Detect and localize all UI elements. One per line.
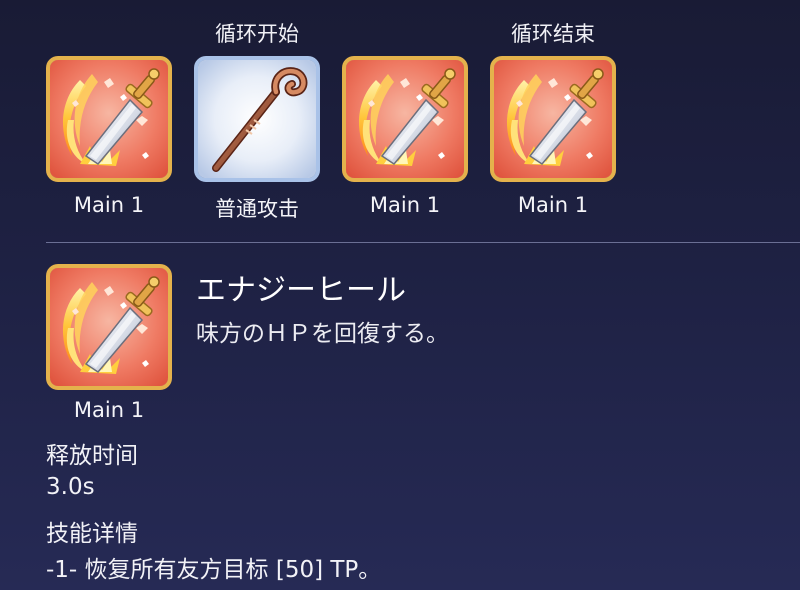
flaming-sword-icon bbox=[342, 56, 468, 182]
sequence-skill-label: 普通攻击 bbox=[215, 197, 299, 221]
sequence-skill-2[interactable]: 普通攻击 bbox=[194, 56, 320, 223]
sequence-skill-label: Main 1 bbox=[73, 193, 145, 217]
sequence-skill-1[interactable]: Main 1 bbox=[46, 56, 172, 217]
cast-time-label: 释放时间 bbox=[46, 443, 138, 469]
sequence-skill-3[interactable]: Main 1 bbox=[342, 56, 468, 217]
flaming-sword-icon bbox=[46, 264, 172, 390]
skill-details-label: 技能详情 bbox=[46, 521, 138, 547]
cast-time-value: 3.0s bbox=[46, 474, 95, 500]
sequence-skill-label: Main 1 bbox=[369, 193, 441, 217]
loop-start-label: 循环开始 bbox=[215, 22, 299, 46]
detail-skill-icon[interactable]: Main 1 bbox=[46, 264, 172, 422]
skill-name: エナジーヒール bbox=[196, 273, 406, 308]
loop-end-label: 循环结束 bbox=[511, 22, 595, 46]
skill-description: 味方のＨＰを回復する。 bbox=[196, 321, 449, 347]
flaming-sword-icon bbox=[490, 56, 616, 182]
skill-details-text: -1- 恢复所有友方目标 [50] TP。 bbox=[46, 557, 382, 583]
detail-skill-label: Main 1 bbox=[73, 398, 145, 422]
flaming-sword-icon bbox=[46, 56, 172, 182]
section-divider bbox=[46, 242, 800, 243]
sequence-skill-4[interactable]: Main 1 bbox=[490, 56, 616, 217]
sequence-skill-label: Main 1 bbox=[517, 193, 589, 217]
magic-staff-icon bbox=[194, 56, 320, 182]
